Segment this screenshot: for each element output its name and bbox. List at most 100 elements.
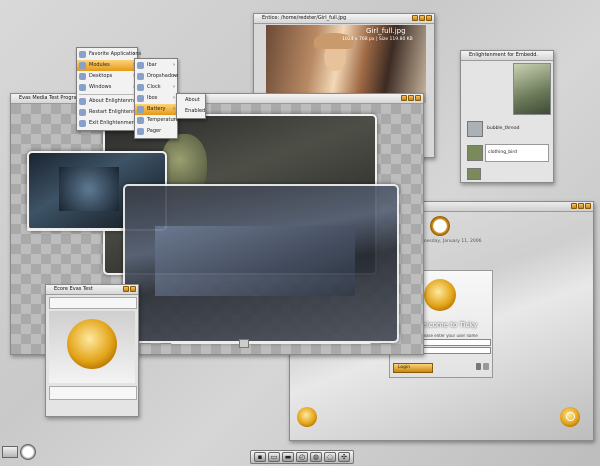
embedded-titlebar[interactable]: Enlightenment for Embedd. xyxy=(461,51,553,61)
menu-item-enabled[interactable]: Enabled xyxy=(177,106,205,117)
login-button[interactable]: Login xyxy=(393,363,433,373)
seek-bar-left[interactable] xyxy=(27,228,127,231)
login-welcome: Welcome to Ticky xyxy=(416,321,478,329)
magnifier-icon[interactable]: ◌ xyxy=(324,452,336,462)
chevron-right-icon: › xyxy=(173,73,175,79)
video-scene xyxy=(59,167,119,211)
close-button[interactable] xyxy=(426,15,432,21)
menu-item-label: Clock xyxy=(147,84,161,90)
dropshadow-icon xyxy=(137,73,144,80)
menu-item-about[interactable]: About xyxy=(177,95,205,106)
login-prompt: Please enter your user name xyxy=(420,333,478,338)
settings-icon[interactable] xyxy=(483,363,489,370)
menu-item-label: Exit Enlightenment xyxy=(89,120,137,126)
menu-item-temperature[interactable]: Temperature › xyxy=(135,115,179,126)
evas-test-title: Ecore Evas Test xyxy=(54,286,93,292)
window-controls[interactable] xyxy=(401,95,421,101)
minimize-button[interactable] xyxy=(412,15,418,21)
minimize-button[interactable] xyxy=(123,286,129,292)
menu-item-favorite-applications[interactable]: Favorite Applications › xyxy=(77,49,141,60)
menu-item-modules[interactable]: Modules› xyxy=(77,60,137,71)
enlightenment-logo-icon xyxy=(67,319,117,369)
video-frame-front[interactable] xyxy=(123,184,399,343)
clock-icon[interactable]: ◴ xyxy=(296,452,308,462)
menu-item-restart[interactable]: Restart Enlightenment xyxy=(77,107,145,118)
modules-icon xyxy=(79,62,86,69)
clock-icon xyxy=(137,84,144,91)
menu-item-label: About xyxy=(185,97,200,103)
password-field[interactable] xyxy=(423,347,491,354)
window-controls[interactable] xyxy=(123,286,136,292)
username-field[interactable] xyxy=(423,339,491,346)
menu-item-label: Enabled xyxy=(185,108,206,114)
pager[interactable] xyxy=(2,446,18,458)
media-test-titlebar[interactable]: Evas Media Test Program xyxy=(11,94,423,104)
evas-image-area xyxy=(49,311,135,383)
menu-item-about-enlightenment[interactable]: About Enlightenment xyxy=(77,96,142,107)
embedded-list-item-1[interactable]: bubble_thread xyxy=(465,119,549,139)
enlightenment-logo-icon xyxy=(424,279,456,311)
menu-item-desktops[interactable]: Desktops› xyxy=(77,71,137,82)
image-filename-overlay: Girl_full.jpg xyxy=(366,27,406,35)
settings-icon[interactable]: ✣ xyxy=(338,452,350,462)
window-controls[interactable] xyxy=(412,15,432,21)
power-icon[interactable] xyxy=(560,407,580,427)
media-test-title: Evas Media Test Program xyxy=(19,95,82,101)
menu-item-label: Modules xyxy=(89,62,110,68)
thermometer-icon xyxy=(137,117,144,124)
menu-item-ibox[interactable]: Ibox › xyxy=(135,93,177,104)
menu-item-label: Windows xyxy=(89,84,112,90)
menu-item-label: Desktops xyxy=(89,73,113,79)
seek-handle[interactable] xyxy=(239,339,249,348)
menu-item-label: Pager xyxy=(147,128,162,134)
minimize-button[interactable] xyxy=(401,95,407,101)
clock-icon[interactable] xyxy=(20,444,36,460)
evas-test-titlebar[interactable]: Ecore Evas Test xyxy=(46,285,138,295)
minimize-button[interactable] xyxy=(571,203,577,209)
folder-icon[interactable]: ▬ xyxy=(282,452,294,462)
globe-icon[interactable]: ◍ xyxy=(310,452,322,462)
menu-item-pager[interactable]: Pager xyxy=(135,126,177,137)
menu-item-label: Ibox xyxy=(147,95,158,101)
menu-item-ibar[interactable]: Ibar › xyxy=(135,60,177,71)
video-car-window xyxy=(155,226,355,296)
list-item-field[interactable]: clothing_bird xyxy=(485,144,549,162)
lock-icon xyxy=(476,363,481,370)
embedded-list-item-2[interactable]: clothing_bird xyxy=(465,143,549,163)
maximize-button[interactable] xyxy=(408,95,414,101)
modules-submenu[interactable]: Ibar › Dropshadow › Clock › Ibox › Battery › … xyxy=(134,58,179,139)
image-viewer-title: Entice: /home/redster/Girl_full.jpg xyxy=(262,15,347,21)
embedded-title: Enlightenment for Embedd. xyxy=(469,52,539,58)
menu-item-windows[interactable]: Windows› xyxy=(77,82,137,93)
menu-separator xyxy=(79,94,135,95)
monitor-icon[interactable]: ▭ xyxy=(268,452,280,462)
menu-item-exit[interactable]: Exit Enlightenment xyxy=(77,118,137,129)
evas-test-window[interactable]: Ecore Evas Test xyxy=(45,284,139,417)
battery-icon xyxy=(137,106,144,113)
maximize-button[interactable] xyxy=(578,203,584,209)
battery-submenu[interactable]: About Enabled xyxy=(176,93,206,119)
terminal-icon[interactable]: ▪ xyxy=(254,452,266,462)
embedded-window[interactable]: Enlightenment for Embedd. bubble_thread … xyxy=(460,50,554,183)
restart-icon[interactable] xyxy=(297,407,317,427)
maximize-button[interactable] xyxy=(130,286,136,292)
list-item-label: bubble_thread xyxy=(487,126,520,131)
list-item-label: clothing_bird xyxy=(488,150,518,155)
menu-item-label: Ibar xyxy=(147,62,157,68)
login-date: Wednesday, January 11, 2006 xyxy=(414,239,482,244)
main-menu[interactable]: Favorite Applications› Modules› Desktops… xyxy=(76,47,145,131)
close-button[interactable] xyxy=(585,203,591,209)
menu-item-clock[interactable]: Clock › xyxy=(135,82,177,93)
close-button[interactable] xyxy=(415,95,421,101)
image-info-overlay: 1024 x 768 px | Size 119.80 KB xyxy=(342,37,413,42)
embedded-scroll-item[interactable] xyxy=(467,168,481,180)
seek-bar-main[interactable] xyxy=(171,339,371,348)
image-viewer-titlebar[interactable]: Entice: /home/redster/Girl_full.jpg xyxy=(254,14,434,24)
menu-item-dropshadow[interactable]: Dropshadow › xyxy=(135,71,178,82)
dock-bar[interactable]: ▪ ▭ ▬ ◴ ◍ ◌ ✣ xyxy=(250,450,354,464)
chevron-right-icon: › xyxy=(173,95,175,101)
menu-item-battery[interactable]: Battery › xyxy=(135,104,177,115)
window-controls[interactable] xyxy=(571,203,591,209)
exit-icon xyxy=(79,120,86,127)
maximize-button[interactable] xyxy=(419,15,425,21)
